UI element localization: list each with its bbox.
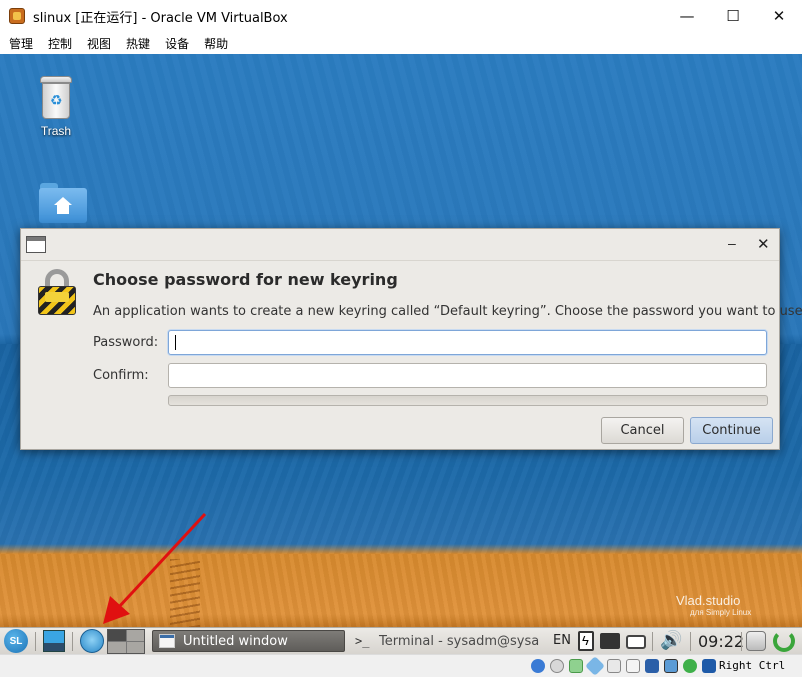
- menu-hotkeys[interactable]: 热键: [126, 35, 150, 52]
- taskbar-separator: [741, 632, 742, 651]
- keyboard-layout-indicator[interactable]: EN: [553, 633, 571, 655]
- desktop-icon-trash[interactable]: Trash: [40, 76, 72, 138]
- dialog-heading: Choose password for new keyring: [93, 270, 398, 289]
- virtualbox-app-icon: [9, 8, 25, 24]
- window-menu-icon[interactable]: [26, 236, 46, 253]
- clock[interactable]: 09:22: [698, 632, 744, 654]
- taskbar-separator: [690, 632, 691, 651]
- network-icon[interactable]: [585, 656, 605, 676]
- password-label: Password:: [93, 335, 159, 350]
- taskbar-window-untitled[interactable]: Untitled window: [152, 630, 345, 652]
- host-key-label: Right Ctrl: [719, 659, 786, 672]
- confirm-label: Confirm:: [93, 368, 149, 383]
- audio-icon[interactable]: [569, 659, 583, 673]
- menu-view[interactable]: 视图: [87, 35, 111, 52]
- menu-control[interactable]: 控制: [48, 35, 72, 52]
- display-icon[interactable]: [600, 633, 620, 649]
- host-menubar: 管理 控制 视图 热键 设备 帮助: [0, 32, 802, 54]
- battery-icon[interactable]: [578, 631, 594, 651]
- dialog-message: An application wants to create a new key…: [93, 304, 802, 319]
- virtualbox-window: slinux [正在运行] - Oracle VM VirtualBox — ☐…: [0, 0, 802, 677]
- menu-manage[interactable]: 管理: [9, 35, 33, 52]
- taskbar-separator: [35, 632, 36, 651]
- video-capture-icon[interactable]: [664, 659, 678, 673]
- virtualbox-statusbar: Right Ctrl: [0, 654, 802, 677]
- taskbar-separator: [652, 632, 653, 651]
- desktop-icon-home[interactable]: [39, 183, 87, 223]
- menu-devices[interactable]: 设备: [165, 35, 189, 52]
- guest-taskbar: SL Untitled window >_ Terminal - sysadm@…: [0, 627, 802, 654]
- confirm-password-field[interactable]: [168, 363, 767, 388]
- volume-icon[interactable]: 🔊: [660, 630, 682, 652]
- host-window-title: slinux [正在运行] - Oracle VM VirtualBox: [33, 10, 288, 26]
- close-button[interactable]: ✕: [756, 0, 802, 32]
- web-browser-launcher-icon[interactable]: [80, 629, 104, 653]
- usb-icon[interactable]: [607, 659, 621, 673]
- dialog-titlebar: – ✕: [21, 229, 779, 261]
- trash-icon: [40, 76, 72, 120]
- taskbar-window-label: Untitled window: [183, 633, 288, 649]
- dialog-minimize-button[interactable]: –: [728, 235, 736, 251]
- display-status-icon[interactable]: [645, 659, 659, 673]
- home-folder-icon: [39, 183, 87, 223]
- wallpaper-footprints: [170, 559, 200, 627]
- password-field[interactable]: [168, 330, 767, 355]
- menu-help[interactable]: 帮助: [204, 35, 228, 52]
- host-titlebar: slinux [正在运行] - Oracle VM VirtualBox — ☐…: [0, 0, 802, 32]
- printer-icon[interactable]: [626, 635, 646, 649]
- continue-button[interactable]: Continue: [690, 417, 773, 444]
- wallpaper-watermark: Vlad.studio для Simply Linux: [676, 593, 751, 617]
- hard-disk-icon[interactable]: [531, 659, 545, 673]
- show-desktop-button[interactable]: [43, 630, 65, 652]
- desktop-icon-label: Trash: [40, 124, 72, 138]
- taskbar-window-terminal[interactable]: >_ Terminal - sysadm@sysa...: [349, 630, 539, 652]
- window-icon: [159, 634, 175, 648]
- taskbar-window-label: Terminal - sysadm@sysa...: [379, 633, 539, 649]
- password-strength-bar: [168, 395, 768, 406]
- cpu-activity-icon[interactable]: [683, 659, 697, 673]
- cancel-button[interactable]: Cancel: [601, 417, 684, 444]
- maximize-button[interactable]: ☐: [710, 0, 756, 32]
- mouse-integration-icon[interactable]: [702, 659, 716, 673]
- watermark-title: Vlad.studio: [676, 593, 741, 608]
- start-menu-button[interactable]: SL: [4, 629, 28, 653]
- dialog-close-button[interactable]: ✕: [757, 235, 770, 253]
- keyring-password-dialog: – ✕ Choose password for new keyring An a…: [20, 228, 802, 450]
- padlock-icon: [38, 269, 76, 315]
- watermark-subtitle: для Simply Linux: [690, 608, 752, 617]
- taskbar-separator: [72, 632, 73, 651]
- keyboard-settings-icon[interactable]: [746, 631, 766, 651]
- optical-drive-icon[interactable]: [550, 659, 564, 673]
- text-caret: [175, 335, 176, 350]
- shared-folders-icon[interactable]: [626, 659, 640, 673]
- logout-icon[interactable]: [773, 630, 795, 652]
- workspace-pager[interactable]: [107, 629, 145, 654]
- terminal-icon: >_: [355, 634, 370, 648]
- minimize-button[interactable]: —: [664, 0, 710, 32]
